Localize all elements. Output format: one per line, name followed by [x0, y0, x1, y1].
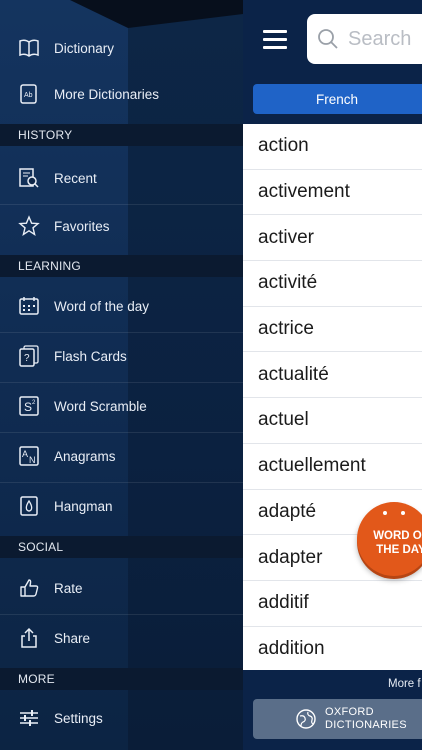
section-more: MORE — [0, 668, 243, 690]
menu-label-favorites: Favorites — [54, 218, 110, 234]
word-list-item[interactable]: actuellement — [243, 444, 422, 490]
menu-item-word-of-the-day[interactable]: Word of the day — [0, 286, 243, 326]
dictionary-book-icon: Ab — [18, 83, 40, 105]
svg-text:A: A — [22, 449, 28, 459]
menu-item-settings[interactable]: Settings — [0, 698, 243, 738]
oxford-logo-text: OXFORD DICTIONARIES — [325, 706, 407, 732]
menu-label-more-dictionaries: More Dictionaries — [54, 86, 160, 102]
section-social: SOCIAL — [0, 536, 243, 558]
menu-label-hangman: Hangman — [54, 498, 113, 514]
top-bar: Search French — [243, 0, 422, 124]
menu-item-flash-cards[interactable]: ? Flash Cards — [0, 336, 243, 376]
svg-text:?: ? — [24, 353, 30, 364]
menu-label-recent: Recent — [54, 170, 97, 186]
menu-item-hangman[interactable]: Hangman — [0, 486, 243, 526]
menu-item-anagrams[interactable]: AN Anagrams — [0, 436, 243, 476]
search-input[interactable]: Search — [307, 14, 422, 64]
word-list: action activement activer activité actri… — [243, 124, 422, 673]
globe-icon — [295, 708, 317, 730]
star-icon — [18, 215, 40, 237]
main-panel: Search French action activement activer … — [243, 0, 422, 750]
section-history: HISTORY — [0, 124, 243, 146]
thumbs-up-icon — [18, 577, 40, 599]
badge-dot — [401, 511, 405, 515]
menu-item-share[interactable]: Share — [0, 618, 243, 658]
menu-item-favorites[interactable]: Favorites — [0, 206, 243, 246]
sliders-icon — [18, 707, 40, 729]
divider — [0, 332, 243, 333]
svg-text:2: 2 — [32, 400, 36, 406]
word-list-item[interactable]: addition — [243, 627, 422, 673]
svg-text:N: N — [29, 455, 36, 465]
menu-label-dictionary: Dictionary — [54, 40, 115, 56]
divider — [0, 432, 243, 433]
section-learning: LEARNING — [0, 255, 243, 277]
menu-label-word-of-the-day: Word of the day — [54, 298, 150, 314]
menu-item-recent[interactable]: Recent — [0, 158, 243, 198]
book-icon — [18, 37, 40, 59]
menu-label-settings: Settings — [54, 710, 103, 726]
flash-cards-icon: ? — [18, 345, 40, 367]
badge-line2: THE DAY — [376, 544, 422, 556]
menu-label-rate: Rate — [54, 580, 83, 596]
bottom-bar: More f OXFORD DICTIONARIES — [243, 670, 422, 750]
recent-search-icon — [18, 167, 40, 189]
word-list-item[interactable]: actuel — [243, 398, 422, 444]
badge-line1: WORD OF — [373, 530, 422, 542]
menu-item-word-scramble[interactable]: S2 Word Scramble — [0, 386, 243, 426]
divider — [0, 614, 243, 615]
calendar-icon — [18, 295, 40, 317]
anagrams-icon: AN — [18, 445, 40, 467]
scramble-icon: S2 — [18, 395, 40, 417]
oxford-line2: DICTIONARIES — [325, 719, 407, 731]
divider — [0, 382, 243, 383]
hamburger-menu-icon[interactable] — [263, 30, 287, 50]
svg-text:S: S — [24, 400, 32, 414]
menu-item-more-dictionaries[interactable]: Ab More Dictionaries — [0, 74, 243, 114]
menu-top-shadow — [0, 0, 243, 30]
more-link[interactable]: More f — [388, 678, 421, 690]
badge-dot — [383, 511, 387, 515]
hangman-icon — [18, 495, 40, 517]
word-list-item[interactable]: activement — [243, 170, 422, 216]
share-icon — [18, 627, 40, 649]
menu-item-dictionary[interactable]: Dictionary — [0, 28, 243, 68]
side-menu: Dictionary Ab More Dictionaries HISTORY … — [0, 0, 243, 750]
word-list-item[interactable]: additif — [243, 581, 422, 627]
word-list-item[interactable]: actualité — [243, 352, 422, 399]
divider — [0, 204, 243, 205]
search-icon — [316, 27, 340, 51]
oxford-line1: OXFORD — [325, 706, 374, 718]
menu-item-rate[interactable]: Rate — [0, 568, 243, 608]
menu-label-flash-cards: Flash Cards — [54, 348, 127, 364]
menu-label-share: Share — [54, 630, 91, 646]
word-list-item[interactable]: activité — [243, 261, 422, 307]
word-list-item[interactable]: actrice — [243, 307, 422, 353]
divider — [0, 482, 243, 483]
svg-text:Ab: Ab — [24, 92, 33, 99]
badge-text: WORD OF THE DAY — [357, 529, 422, 557]
tab-french[interactable]: French — [253, 84, 422, 114]
oxford-dictionaries-button[interactable]: OXFORD DICTIONARIES — [253, 699, 422, 739]
word-list-item[interactable]: activer — [243, 215, 422, 262]
search-placeholder: Search — [348, 27, 412, 50]
word-list-item[interactable]: action — [243, 124, 422, 170]
menu-label-word-scramble: Word Scramble — [54, 398, 147, 414]
menu-label-anagrams: Anagrams — [54, 448, 116, 464]
word-of-the-day-badge[interactable]: WORD OF THE DAY — [357, 502, 422, 576]
